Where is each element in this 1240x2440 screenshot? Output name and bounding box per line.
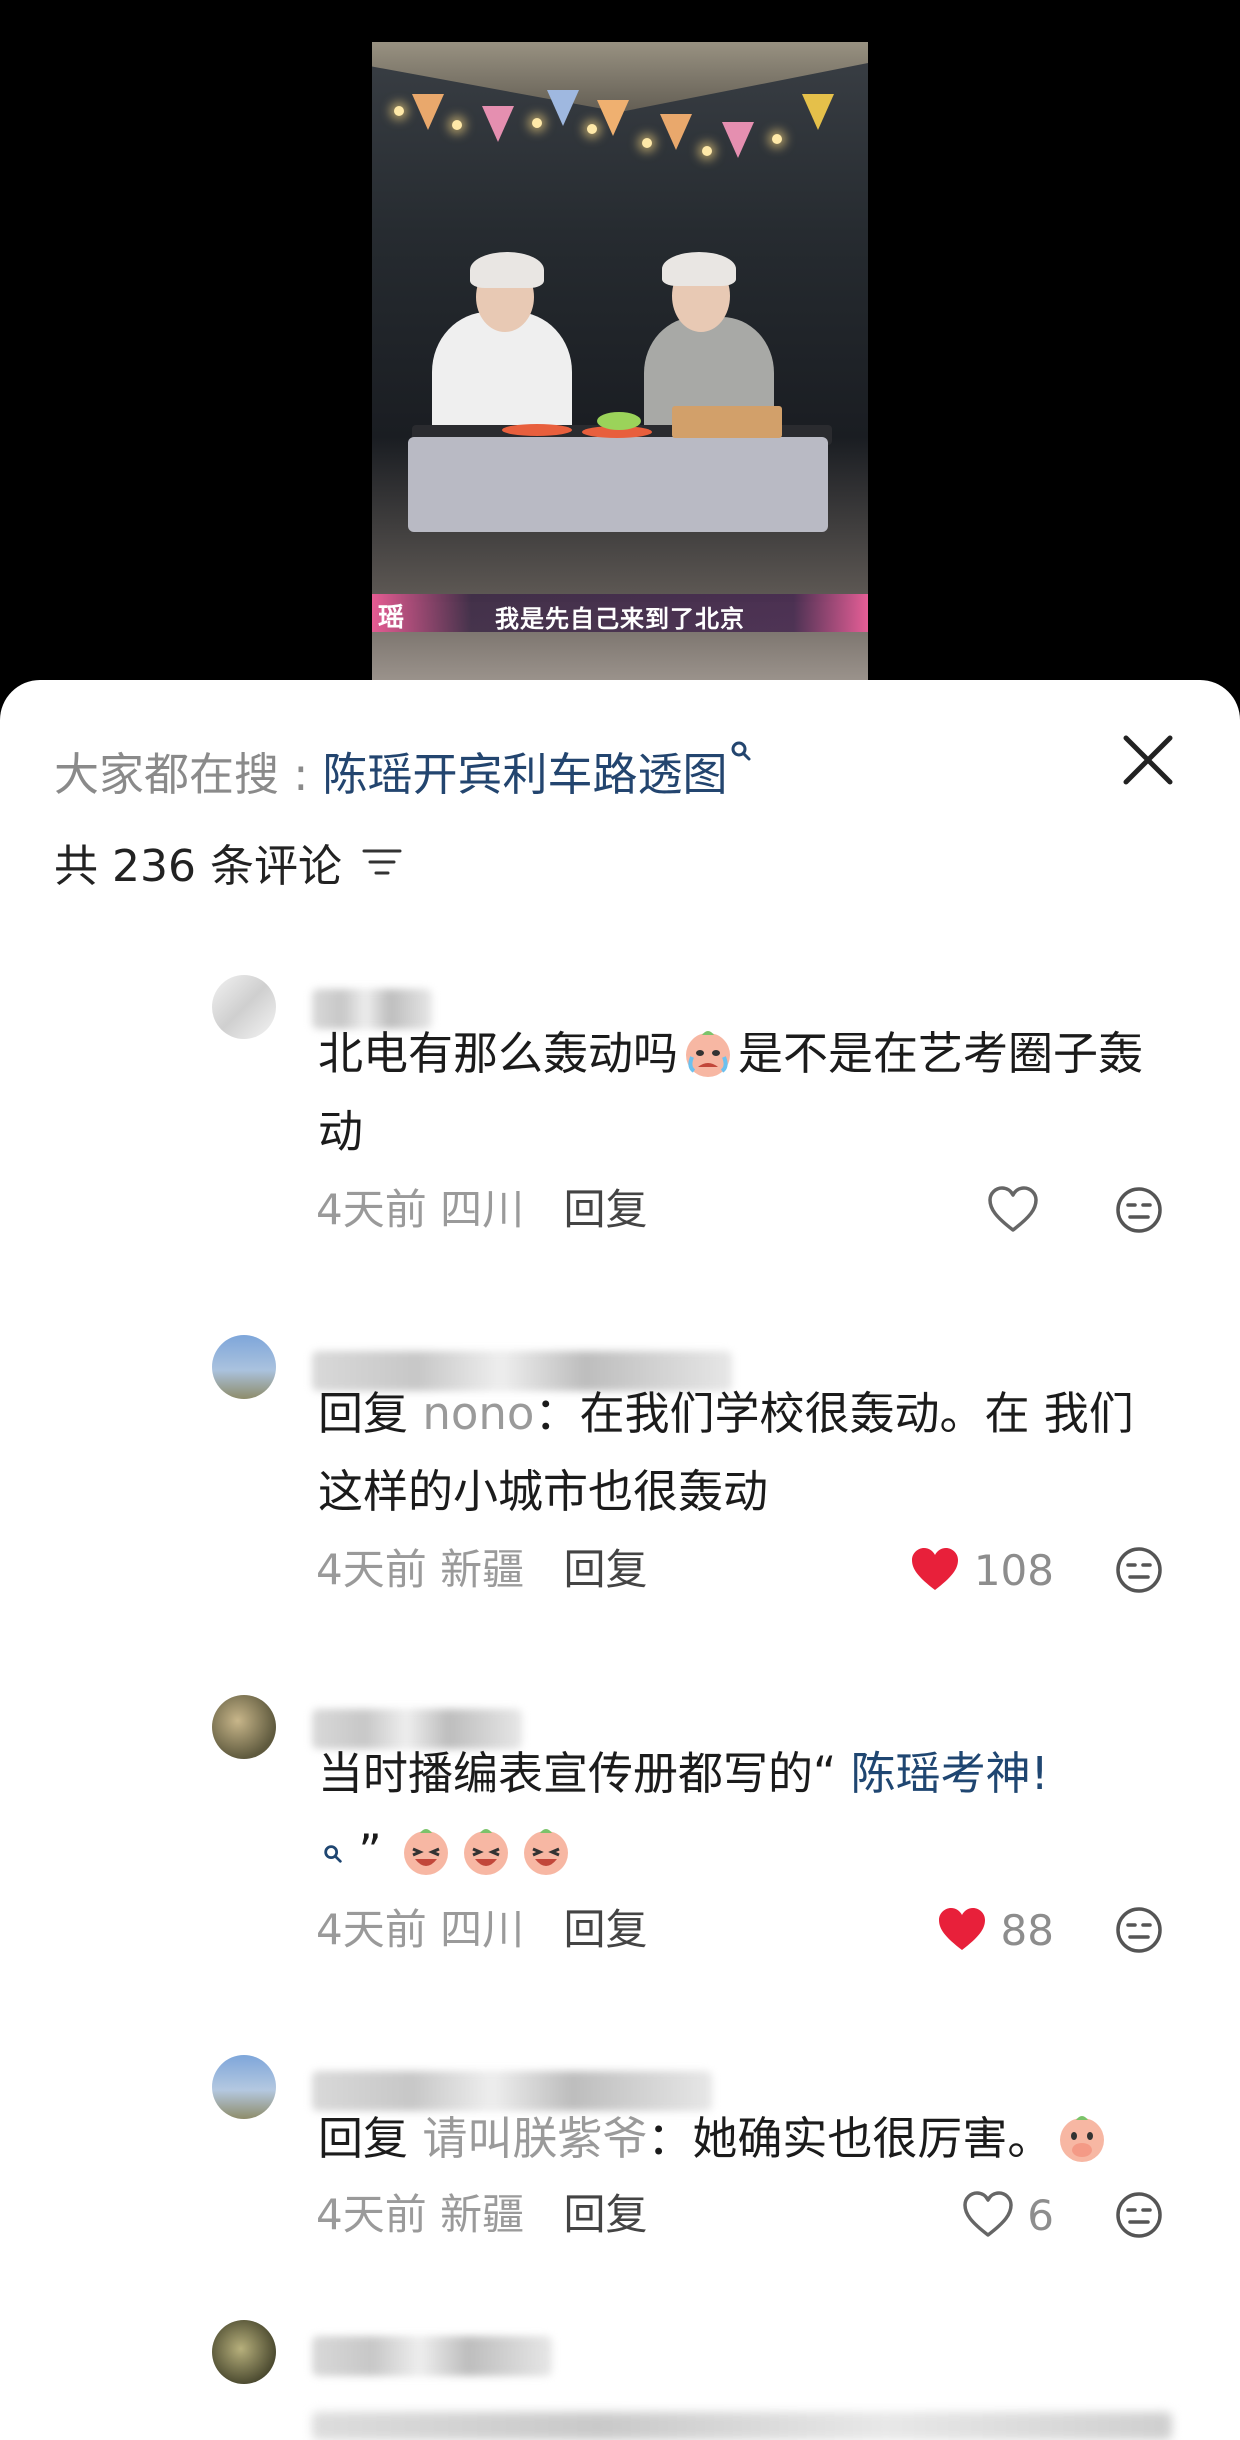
comment-time: 4天前 bbox=[316, 1905, 427, 1954]
light-bulb bbox=[394, 106, 404, 116]
reply-button[interactable]: 回复 bbox=[563, 1905, 647, 1954]
comment-location: 四川 bbox=[440, 1905, 525, 1954]
light-bulb bbox=[642, 138, 652, 148]
comment-text-part: ：她确实也很厉害。 bbox=[647, 2112, 1053, 2165]
trending-search[interactable]: 大家都在搜 : 陈瑶开宾利车路透图 bbox=[54, 738, 753, 803]
bunting-flag bbox=[482, 106, 514, 142]
plate bbox=[502, 424, 572, 436]
comment-count-row: 共 236 条评论 bbox=[54, 830, 404, 894]
comment-text-part: ” bbox=[358, 1825, 382, 1878]
light-bulb bbox=[532, 118, 542, 128]
dislike-face-icon[interactable] bbox=[1114, 1185, 1164, 1235]
comment-time: 4天前 bbox=[316, 2190, 427, 2239]
comment-text-part: 当时播编表宣传册都写的“ bbox=[318, 1747, 837, 1800]
covering-mouth-emoji-icon bbox=[1060, 2116, 1105, 2162]
search-icon bbox=[324, 1845, 342, 1863]
video-caption-bar: 瑶 我是先自己来到了北京 bbox=[372, 594, 868, 633]
bunting-flag bbox=[660, 114, 692, 150]
comment-time: 4天前 bbox=[316, 1185, 427, 1234]
comment-meta: 4天前 新疆 回复 bbox=[316, 1540, 647, 1600]
bunting-flag bbox=[412, 94, 444, 130]
reply-button[interactable]: 回复 bbox=[563, 2190, 647, 2239]
like-count: 88 bbox=[1000, 1905, 1054, 1955]
avatar[interactable] bbox=[212, 1335, 276, 1399]
like-button[interactable]: 88 bbox=[935, 1900, 1054, 1960]
dislike-face-icon[interactable] bbox=[1114, 1905, 1164, 1955]
laughing-emoji-icon bbox=[523, 1829, 568, 1875]
comment-meta: 4天前 新疆 回复 bbox=[316, 2185, 647, 2245]
comment-count: 共 236 条评论 bbox=[54, 841, 342, 892]
comment-text-cutoff bbox=[312, 2412, 1172, 2440]
laughing-emoji-icon bbox=[403, 1829, 448, 1875]
avatar[interactable] bbox=[212, 1695, 276, 1759]
username-blurred[interactable] bbox=[312, 2336, 552, 2376]
heart-filled-icon bbox=[911, 1548, 958, 1590]
bunting-flag bbox=[547, 90, 579, 126]
heart-filled-icon bbox=[938, 1908, 985, 1950]
vegetables bbox=[597, 412, 641, 430]
laughing-emoji-icon bbox=[463, 1829, 508, 1875]
comment-location: 新疆 bbox=[440, 2190, 525, 2239]
video-player[interactable]: 瑶 我是先自己来到了北京 bbox=[372, 42, 868, 680]
like-count: 6 bbox=[1027, 2190, 1054, 2240]
like-count: 108 bbox=[973, 1545, 1054, 1595]
like-button[interactable]: 108 bbox=[908, 1540, 1054, 1600]
table-cloth bbox=[408, 437, 828, 532]
comment-text: 北电有那么轰动吗 是不是在艺考圈子轰动 bbox=[318, 1015, 1168, 1171]
comment-text: 回复 nono：在我们学校很轰动。在 我们这样的小城市也很轰动 bbox=[318, 1375, 1168, 1531]
reply-button[interactable]: 回复 bbox=[563, 1545, 647, 1594]
cap-right bbox=[662, 252, 736, 286]
sort-icon[interactable] bbox=[360, 845, 404, 879]
bunting-flag bbox=[597, 100, 629, 136]
light-bulb bbox=[452, 120, 462, 130]
trending-search-term[interactable]: 陈瑶开宾利车路透图 bbox=[322, 738, 727, 803]
comment-text-part: 北电有那么轰动吗 bbox=[318, 1027, 679, 1080]
comment-meta: 4天前 四川 回复 bbox=[316, 1900, 647, 1960]
trending-search-label: 大家都在搜 : bbox=[54, 747, 309, 801]
bunting-flag bbox=[722, 122, 754, 158]
search-icon bbox=[731, 741, 751, 761]
comment-meta: 4天前 四川 回复 bbox=[316, 1180, 647, 1240]
avatar[interactable] bbox=[212, 2320, 276, 2384]
comment-sheet: 大家都在搜 : 陈瑶开宾利车路透图 共 236 条评论 北电有那么轰动吗 是不是… bbox=[0, 680, 1240, 2440]
cap-left bbox=[470, 252, 544, 288]
like-button[interactable] bbox=[986, 1180, 1052, 1240]
comment-text: 回复 请叫朕紫爷：她确实也很厉害。 bbox=[318, 2100, 1168, 2178]
dislike-face-icon[interactable] bbox=[1114, 1545, 1164, 1595]
reply-button[interactable]: 回复 bbox=[563, 1185, 647, 1234]
reply-prefix: 回复 bbox=[318, 1387, 409, 1440]
like-button[interactable]: 6 bbox=[961, 2185, 1054, 2245]
heart-outline-icon bbox=[963, 2191, 1014, 2237]
light-bulb bbox=[702, 146, 712, 156]
comment-location: 四川 bbox=[440, 1185, 525, 1234]
reply-prefix: 回复 bbox=[318, 2112, 409, 2165]
video-subtitle: 我是先自己来到了北京 bbox=[495, 605, 745, 633]
food-box bbox=[672, 406, 782, 438]
reply-target-user[interactable]: nono bbox=[422, 1387, 534, 1440]
avatar[interactable] bbox=[212, 2055, 276, 2119]
comment-time: 4天前 bbox=[316, 1545, 427, 1594]
light-bulb bbox=[772, 134, 782, 144]
dislike-face-icon[interactable] bbox=[1114, 2190, 1164, 2240]
crying-emoji-icon bbox=[686, 1031, 731, 1077]
reply-target-user[interactable]: 请叫朕紫爷 bbox=[422, 2112, 647, 2165]
bunting-flag bbox=[802, 94, 834, 130]
close-icon[interactable] bbox=[1118, 730, 1178, 790]
heart-outline-icon bbox=[988, 1186, 1038, 1232]
comment-text: 当时播编表宣传册都写的“ 陈瑶考神! ” bbox=[318, 1735, 1168, 1891]
avatar[interactable] bbox=[212, 975, 276, 1039]
search-keyword-link[interactable]: 陈瑶考神! bbox=[851, 1747, 1049, 1800]
comment-location: 新疆 bbox=[440, 1545, 525, 1594]
light-bulb bbox=[587, 124, 597, 134]
